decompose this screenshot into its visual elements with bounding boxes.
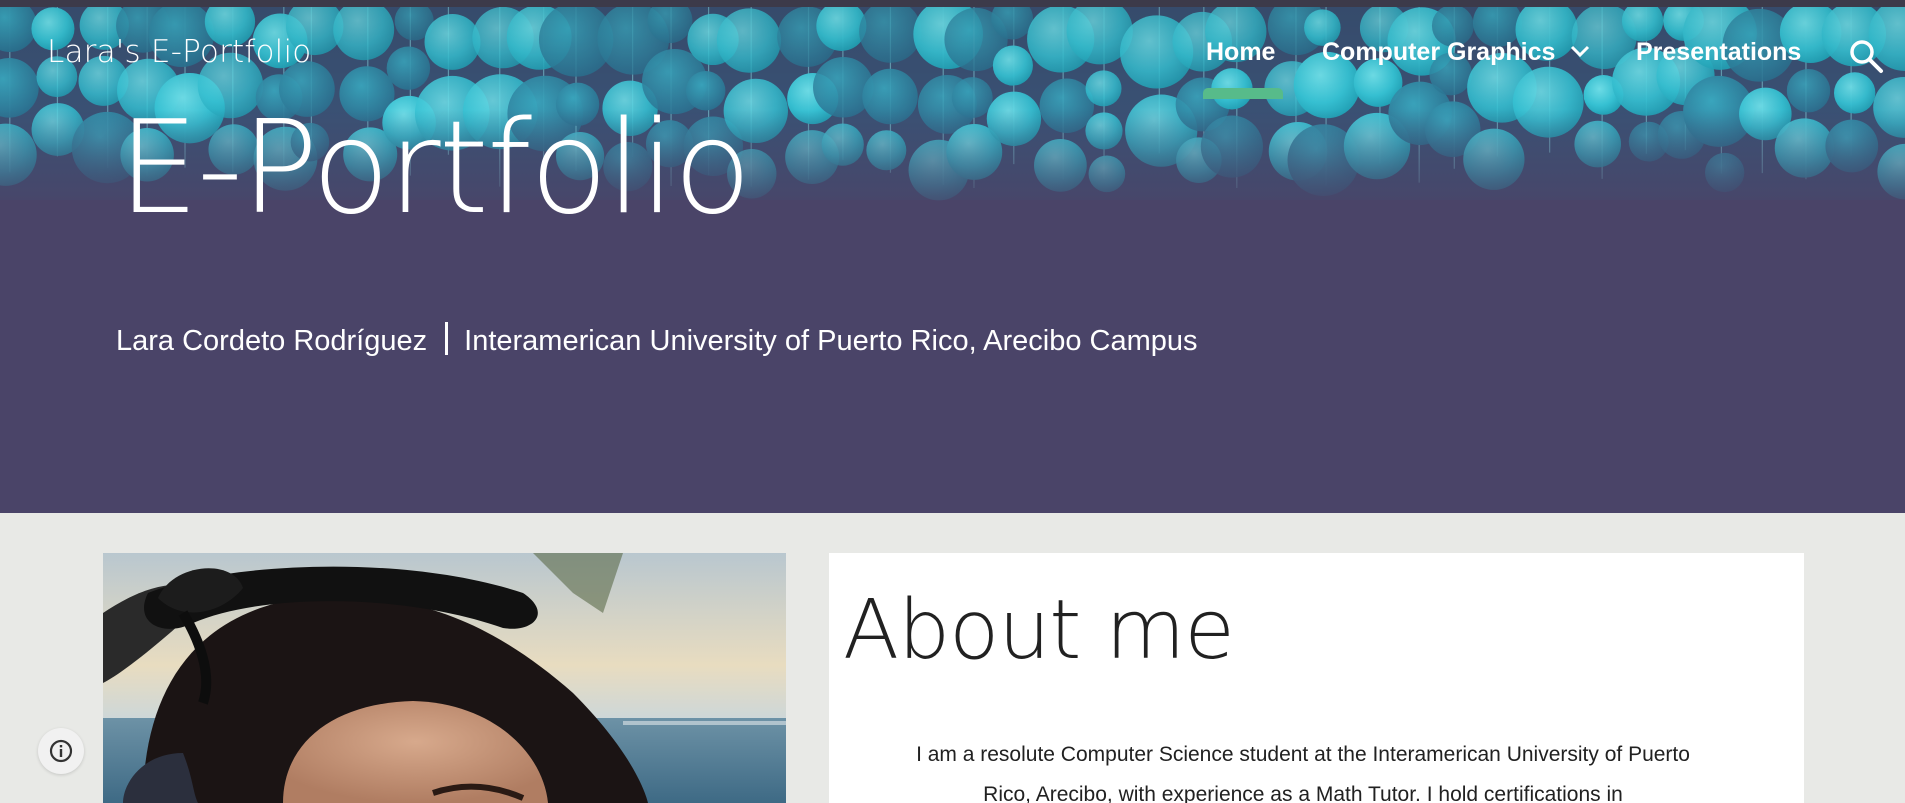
hero-subtitle: Lara Cordeto Rodríguez Interamerican Univ…: [116, 322, 1198, 358]
search-icon[interactable]: [1846, 36, 1886, 76]
chevron-down-icon[interactable]: [1570, 36, 1590, 65]
school-name: Interamerican University of Puerto Rico,…: [464, 325, 1198, 357]
info-icon: [49, 739, 73, 763]
nav-item-computer-graphics[interactable]: Computer Graphics: [1322, 38, 1590, 72]
subtitle-divider: [445, 322, 449, 355]
main-navigation: Home Computer Graphics Presentations: [0, 38, 1905, 88]
nav-item-label: Home: [1206, 38, 1276, 66]
author-name: Lara Cordeto Rodríguez: [116, 325, 428, 357]
nav-item-label: Computer Graphics: [1322, 38, 1556, 66]
about-title: About me: [843, 583, 1235, 678]
top-border: [0, 0, 1905, 7]
about-text: I am a resolute Computer Science student…: [916, 743, 1690, 803]
about-section: About me I am a resolute Computer Scienc…: [829, 553, 1804, 803]
page-title: E-Portfolio: [118, 94, 752, 243]
site-info-button[interactable]: [38, 728, 84, 774]
nav-item-home[interactable]: Home: [1206, 38, 1275, 72]
nav-active-indicator: [1203, 88, 1283, 99]
nav-item-label: Presentations: [1636, 38, 1802, 66]
profile-photo: [103, 553, 786, 803]
nav-item-presentations[interactable]: Presentations: [1636, 38, 1801, 72]
